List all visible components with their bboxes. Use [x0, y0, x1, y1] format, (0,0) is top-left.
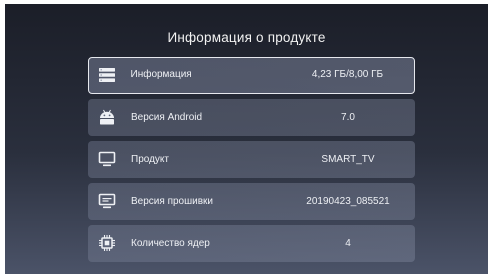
cpu-chip-icon [99, 235, 115, 251]
row-label: Версия прошивки [131, 196, 213, 207]
storage-icon [98, 67, 115, 82]
tv-screen: Информация о продукте Информация 4,23 ГБ… [5, 4, 488, 274]
page-title: Информация о продукте [167, 30, 326, 45]
row-value: 4 [345, 238, 351, 249]
row-value: SMART_TV [321, 154, 375, 165]
row-value: 20190423_085521 [306, 196, 390, 207]
info-row-product[interactable]: Продукт SMART_TV [88, 141, 415, 178]
firmware-icon [98, 193, 116, 209]
row-label: Продукт [131, 154, 169, 165]
android-icon [100, 109, 114, 125]
monitor-icon [98, 151, 116, 167]
row-label: Версия Android [131, 112, 203, 123]
row-label: Количество ядер [131, 238, 210, 249]
info-row-cpu-cores[interactable]: Количество ядер 4 [88, 225, 415, 262]
row-label: Информация [130, 69, 192, 80]
row-value: 7.0 [341, 112, 355, 123]
row-value: 4,23 ГБ/8,00 ГБ [311, 69, 384, 80]
info-row-firmware[interactable]: Версия прошивки 20190423_085521 [88, 183, 415, 220]
info-row-storage[interactable]: Информация 4,23 ГБ/8,00 ГБ [88, 57, 415, 94]
product-info-list: Информация 4,23 ГБ/8,00 ГБ Версия Androi… [88, 57, 415, 267]
info-row-android-version[interactable]: Версия Android 7.0 [88, 99, 415, 136]
